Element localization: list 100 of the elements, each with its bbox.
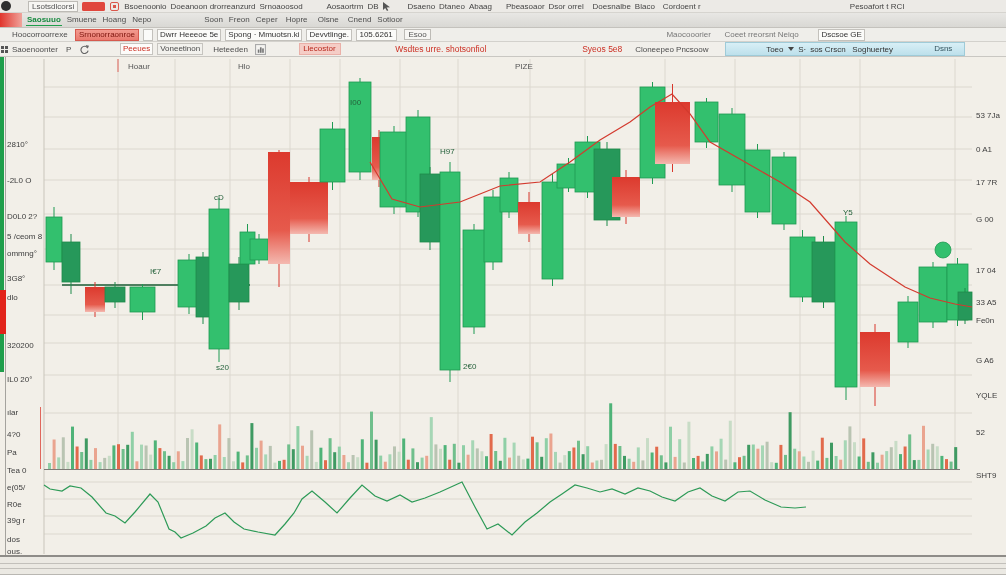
tab[interactable]: Nepo bbox=[131, 14, 153, 26]
menu-item[interactable]: DB bbox=[367, 1, 379, 11]
volume-bar bbox=[94, 448, 97, 469]
chart-header-label: Hoaur bbox=[128, 62, 150, 71]
menu-item[interactable]: Doeanoon drorreanzurd bbox=[170, 1, 256, 11]
menu-item[interactable]: Doesnalbe bbox=[592, 1, 631, 11]
toolbar-label: Heteeden bbox=[213, 44, 248, 54]
window-title: Pesoafort t RCI bbox=[849, 1, 905, 11]
cursor-icon[interactable] bbox=[382, 1, 390, 11]
axis-label: 3G8° bbox=[7, 274, 26, 283]
segment-tab[interactable]: Peeues bbox=[120, 43, 154, 55]
toolbar-label: Saoenoonter bbox=[12, 44, 58, 54]
menu-item[interactable]: Dsaeno bbox=[407, 1, 436, 11]
volume-bar bbox=[199, 455, 203, 469]
axis-label: 0 A1 bbox=[976, 145, 992, 154]
toolbar-button[interactable]: Esoo bbox=[404, 29, 431, 40]
price-label: H97 bbox=[440, 147, 455, 156]
axis-label: 320200 bbox=[7, 341, 34, 350]
axis-label: IL0 20° bbox=[7, 375, 33, 384]
menu-item[interactable]: Srnoaoosod bbox=[259, 1, 303, 11]
volume-bar bbox=[324, 460, 327, 469]
volume-bar bbox=[613, 443, 617, 469]
axis-label: 2810° bbox=[7, 140, 28, 149]
tab[interactable]: Sotioor bbox=[376, 14, 404, 26]
volume-bar bbox=[862, 438, 866, 469]
volume-bar bbox=[489, 434, 493, 469]
axis-label: SHT9 bbox=[976, 471, 997, 480]
axis-label: 17 04 bbox=[976, 266, 997, 275]
volume-bar bbox=[176, 451, 180, 469]
caret-icon[interactable] bbox=[788, 47, 795, 51]
tab[interactable]: Ceper bbox=[254, 14, 279, 26]
frame-icon[interactable] bbox=[110, 1, 120, 11]
menu-item[interactable]: Dsor orrel bbox=[548, 1, 584, 11]
side-marker bbox=[0, 290, 6, 334]
volume-bar bbox=[52, 439, 56, 469]
price-label: s20 bbox=[216, 363, 229, 372]
tab[interactable]: Cnend bbox=[346, 14, 373, 26]
input-field[interactable]: Spong · Mmuotsn.ki bbox=[225, 28, 303, 41]
volume-bar bbox=[797, 451, 801, 469]
chart-header-label: Hlo bbox=[238, 62, 250, 71]
axis-label: Pa bbox=[7, 448, 17, 457]
volume-bar bbox=[673, 456, 677, 469]
bar-chart-icon[interactable] bbox=[255, 43, 267, 55]
menu-item[interactable]: Pbeasoaor bbox=[505, 1, 545, 11]
input-field[interactable] bbox=[143, 28, 154, 41]
candle bbox=[129, 283, 156, 321]
axis-label: G A6 bbox=[976, 356, 994, 365]
toolbar-label: Cloneepeo Pncsoow bbox=[635, 44, 709, 54]
input-field[interactable]: 105.6261 bbox=[356, 28, 398, 41]
toolbar-button[interactable]: Lsotsdlcorsi bbox=[28, 0, 79, 12]
price-label: cD bbox=[214, 193, 224, 202]
panel-button[interactable]: Dsns bbox=[934, 44, 953, 54]
input-field[interactable]: Dwrr Heeeoe 5e bbox=[157, 28, 222, 41]
volume-bar bbox=[696, 455, 700, 469]
axis-label: D0L0 2? bbox=[7, 212, 38, 221]
axis-label: 4?0 bbox=[7, 430, 21, 439]
axis-label: Fe0n bbox=[976, 316, 995, 325]
candle bbox=[918, 261, 948, 329]
alert-button[interactable]: Llecostor bbox=[299, 43, 342, 55]
grid-icon[interactable] bbox=[1, 45, 8, 53]
refresh-icon[interactable] bbox=[80, 44, 89, 54]
menu-item[interactable]: Abaag bbox=[468, 1, 492, 11]
price-label: 2€0 bbox=[463, 362, 477, 371]
volume-bar bbox=[880, 454, 884, 469]
alert-button[interactable]: Srnonorraonroe bbox=[75, 28, 140, 41]
tab[interactable]: Freon bbox=[227, 14, 251, 26]
volume-bar bbox=[135, 461, 139, 469]
tab[interactable]: Hopre bbox=[284, 14, 309, 26]
axis-label: 39g r bbox=[7, 516, 26, 525]
axis-label: Tea 0 bbox=[7, 466, 27, 475]
candle bbox=[897, 295, 919, 349]
tab[interactable]: Smuene bbox=[65, 14, 98, 26]
volume-bar bbox=[383, 461, 387, 469]
axis-label: ılar bbox=[7, 408, 19, 417]
toolbar-label: sos Crscn bbox=[810, 44, 846, 54]
toolbar-label: Coeet rreorsnt Neiqo bbox=[724, 30, 799, 39]
volume-bar bbox=[779, 444, 783, 469]
volume-bar bbox=[655, 446, 659, 469]
volume-bar bbox=[945, 459, 948, 469]
circle-marker bbox=[934, 241, 952, 259]
menu-item[interactable]: Cordoent r bbox=[662, 1, 701, 11]
segment-tab[interactable]: Voneetinon bbox=[157, 43, 204, 55]
volume-bar bbox=[218, 424, 222, 469]
volume-bar bbox=[820, 437, 824, 469]
menu-item[interactable]: Dtaneo bbox=[439, 1, 465, 11]
candle bbox=[85, 281, 105, 318]
toolbar-label: S· bbox=[798, 44, 807, 54]
tab[interactable]: Olsne bbox=[316, 14, 340, 26]
input-field[interactable]: Devvtlinge. bbox=[306, 28, 352, 41]
input-field[interactable]: Dscsoe GE bbox=[818, 28, 865, 41]
circle-logo-icon[interactable] bbox=[1, 1, 11, 11]
price-label: I00 bbox=[350, 98, 362, 107]
volume-bar bbox=[715, 451, 718, 469]
tab[interactable]: Soon bbox=[203, 14, 224, 26]
volume-bar bbox=[466, 454, 470, 469]
menu-item[interactable]: Bsoenoonio bbox=[124, 1, 167, 11]
menu-item[interactable]: Aosaortrm bbox=[326, 1, 364, 11]
tab[interactable]: Hoang bbox=[101, 14, 128, 26]
menu-item[interactable]: Blaco bbox=[634, 1, 655, 11]
volume-bar bbox=[922, 425, 925, 469]
